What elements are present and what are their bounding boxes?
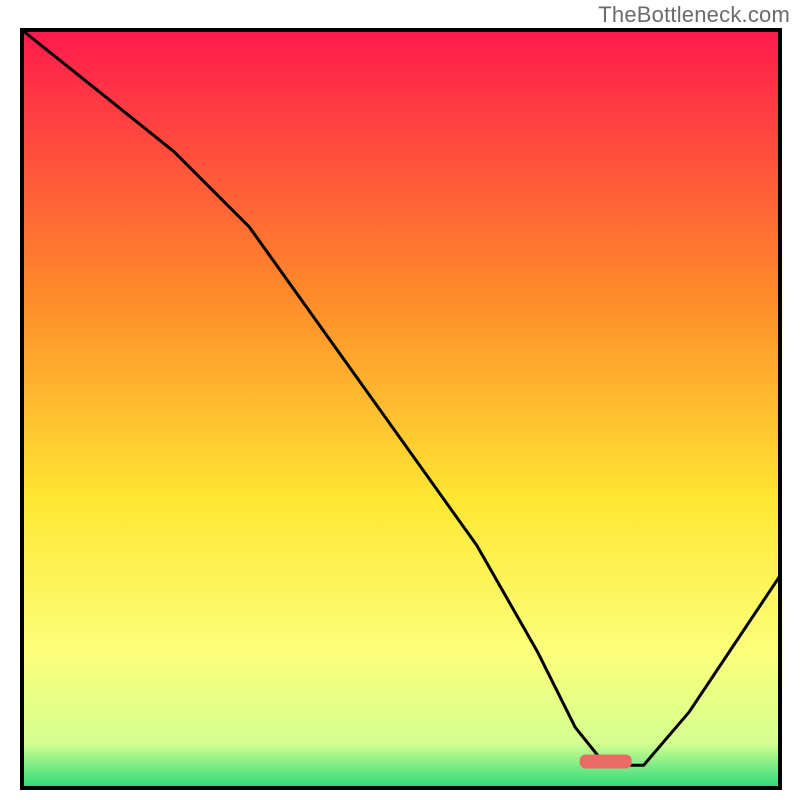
watermark-text: TheBottleneck.com (598, 2, 790, 28)
minimum-marker (580, 755, 632, 769)
chart-plot (20, 28, 782, 790)
chart-stage: TheBottleneck.com (0, 0, 800, 800)
gradient-fill (22, 30, 780, 788)
chart-svg (20, 28, 782, 790)
